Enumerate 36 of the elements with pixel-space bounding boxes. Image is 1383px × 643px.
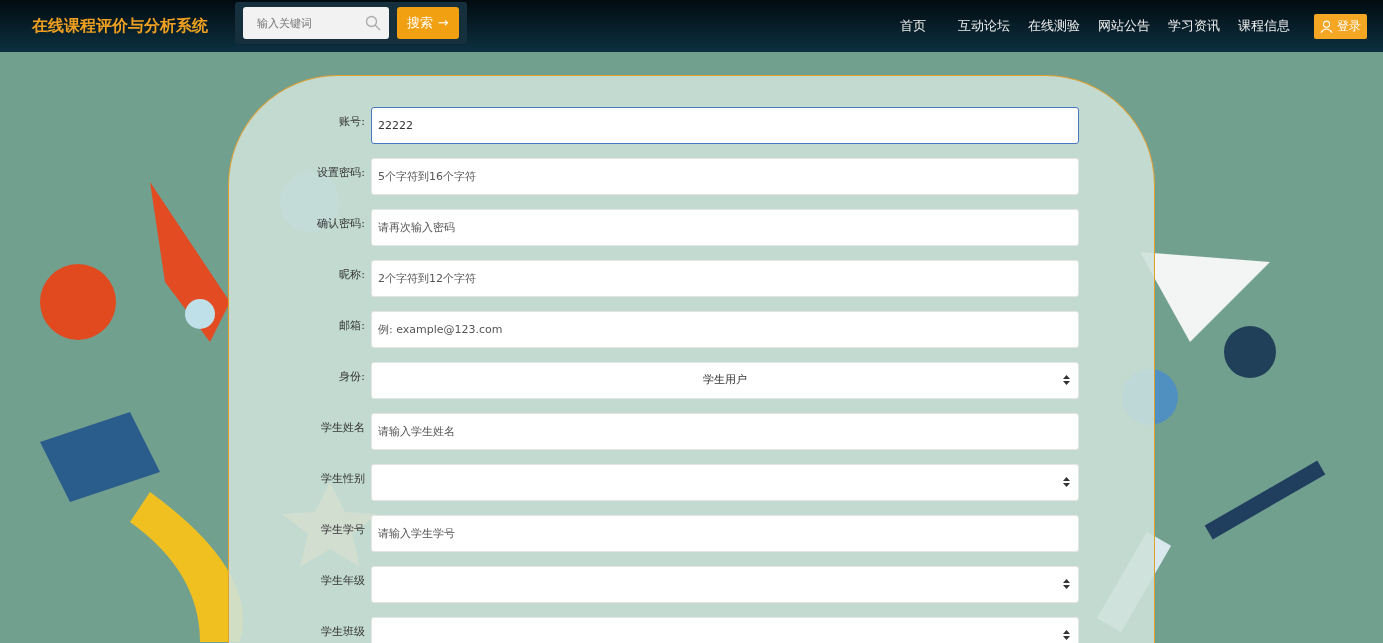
sort-caret-icon [1063,630,1070,640]
field-label: 邮箱: [338,318,365,334]
search-field[interactable]: 输入关键词 [243,7,389,39]
nav-link[interactable]: 在线测验 [1028,16,1080,36]
input-field[interactable]: 22222 [371,107,1079,144]
field-label: 确认密码: [316,216,365,232]
input-field[interactable]: 例: example@123.com [371,311,1079,348]
field-label: 账号: [338,114,365,130]
input-field[interactable]: 请输入学生姓名 [371,413,1079,450]
sort-caret-icon [1063,477,1070,487]
nav-link[interactable]: 网站公告 [1098,16,1150,36]
field-label: 昵称: [338,267,365,283]
nav-link[interactable]: 互动论坛 [958,16,1010,36]
sort-caret-icon [1063,579,1070,589]
select-field[interactable] [371,617,1079,643]
input-field[interactable]: 请再次输入密码 [371,209,1079,246]
user-icon [1320,19,1333,33]
field-label: 学生学号 [320,522,365,538]
field-label: 身份: [338,369,365,385]
select-field[interactable] [371,464,1079,501]
input-field[interactable]: 2个字符到12个字符 [371,260,1079,297]
input-field[interactable]: 请输入学生学号 [371,515,1079,552]
field-label: 学生班级 [320,624,365,640]
nav-link[interactable]: 首页 [900,16,926,36]
search-icon [365,15,381,31]
select-field[interactable]: 学生用户 [371,362,1079,399]
nav-link[interactable]: 学习资讯 [1168,16,1220,36]
field-label: 学生年级 [320,573,365,589]
nav-link[interactable]: 课程信息 [1238,16,1290,36]
field-label: 学生姓名 [320,420,365,436]
site-title: 在线课程评价与分析系统 [32,15,209,37]
input-field[interactable]: 5个字符到16个字符 [371,158,1079,195]
sort-caret-icon [1063,375,1070,385]
select-field[interactable] [371,566,1079,603]
field-label: 学生性别 [320,471,365,487]
field-label: 设置密码: [316,165,365,181]
